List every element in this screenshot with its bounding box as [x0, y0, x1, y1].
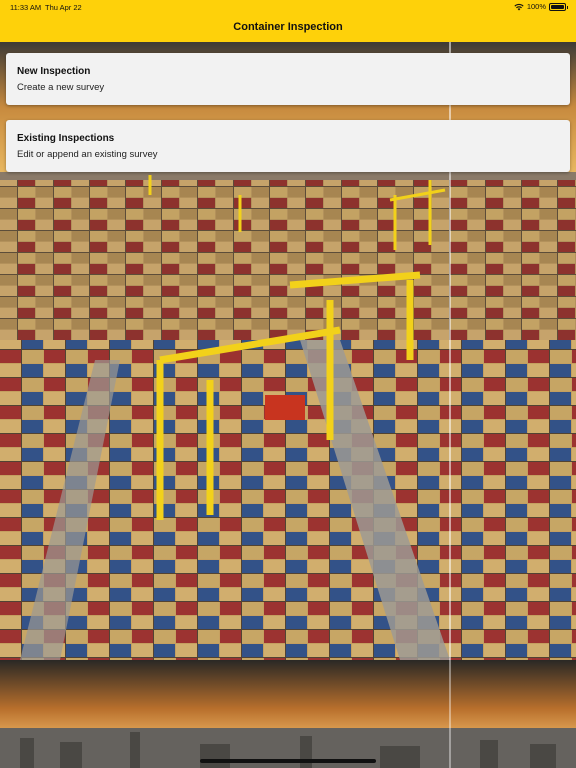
navigation-bar: 11:33 AM Thu Apr 22 100% Container Inspe… — [0, 0, 576, 42]
card-subtitle: Edit or append an existing survey — [17, 149, 158, 160]
card-title: Existing Inspections — [17, 133, 115, 144]
background-image — [0, 0, 576, 768]
status-time: 11:33 AM — [10, 3, 42, 12]
new-inspection-card[interactable]: New Inspection Create a new survey — [6, 53, 570, 105]
page-title: Container Inspection — [233, 21, 343, 33]
battery-percent: 100% — [526, 2, 546, 11]
card-title: New Inspection — [17, 66, 91, 77]
status-date: Thu Apr 22 — [45, 3, 82, 12]
status-right: 100% — [514, 2, 568, 11]
existing-inspections-card[interactable]: Existing Inspections Edit or append an e… — [6, 120, 570, 172]
home-indicator[interactable] — [200, 759, 376, 763]
card-subtitle: Create a new survey — [17, 82, 105, 93]
battery-icon — [549, 2, 568, 11]
status-bar: 11:33 AM Thu Apr 22 100% — [0, 0, 576, 14]
wifi-icon — [514, 3, 524, 10]
